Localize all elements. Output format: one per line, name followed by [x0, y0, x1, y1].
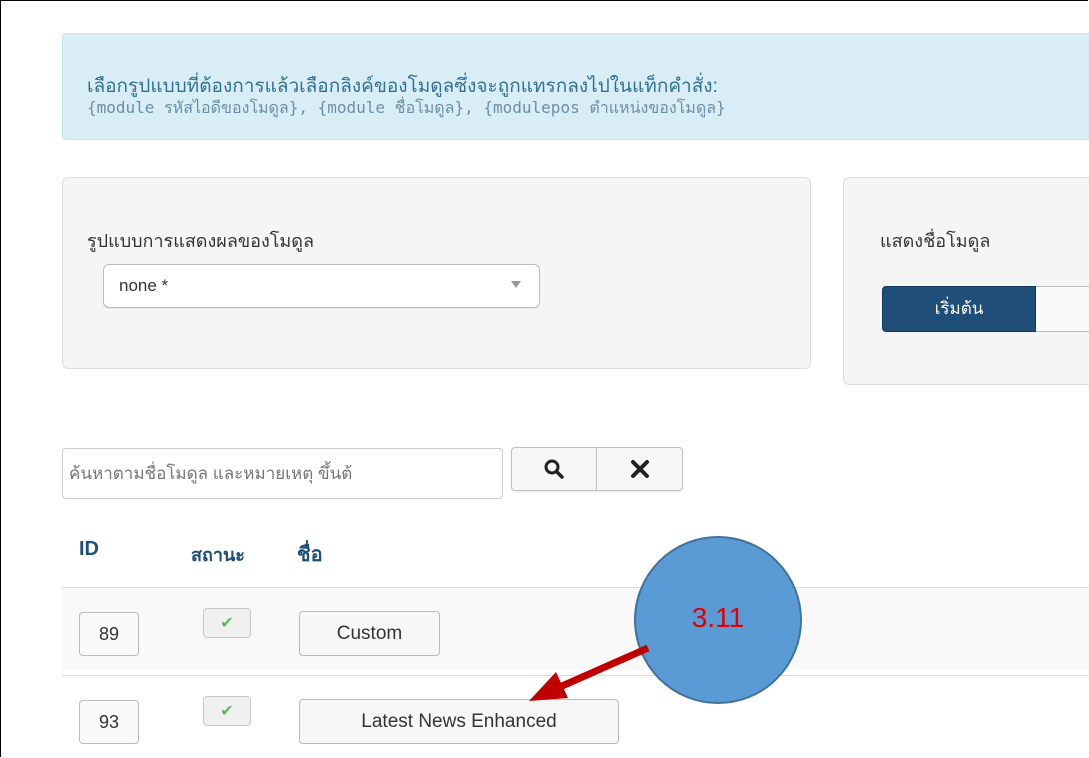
check-icon[interactable]: ✔ [203, 696, 251, 726]
column-header-status[interactable]: สถานะ [191, 540, 245, 569]
search-icon [544, 459, 564, 479]
show-title-other-button[interactable] [1036, 286, 1089, 332]
module-style-value: none * [119, 276, 169, 295]
info-alert: เลือกรูปแบบที่ต้องการแล้วเลือกลิงค์ของโม… [62, 33, 1089, 140]
show-title-default-button[interactable]: เริ่มต้น [882, 286, 1036, 332]
info-tag-syntax: {module รหัสไอดีของโมดูล}, {module ชื่อโ… [87, 98, 726, 117]
module-name-button[interactable]: Latest News Enhanced [299, 699, 619, 744]
column-header-id[interactable]: ID [79, 538, 99, 561]
search-input[interactable] [62, 448, 503, 499]
table-row: 93 ✔ Latest News Enhanced [62, 675, 1089, 758]
module-name-button[interactable]: Custom [299, 611, 440, 656]
module-style-select[interactable]: none * [103, 264, 540, 308]
show-title-panel: แสดงชื่อโมดูล เริ่มต้น [843, 177, 1089, 385]
step-annotation-label: 3.11 [691, 602, 745, 633]
search-button[interactable] [511, 447, 597, 491]
step-annotation-callout: 3.11 [634, 536, 802, 704]
module-style-panel: รูปแบบการแสดงผลของโมดูล none * [62, 177, 811, 369]
column-header-name[interactable]: ชื่อ [297, 538, 323, 570]
check-icon[interactable]: ✔ [203, 608, 251, 638]
table-row: 89 ✔ Custom [62, 587, 1089, 670]
close-icon [630, 460, 649, 478]
caret-down-icon [511, 281, 521, 288]
module-id-button[interactable]: 93 [79, 700, 139, 744]
module-id-button[interactable]: 89 [79, 612, 139, 656]
show-title-label: แสดงชื่อโมดูล [880, 231, 991, 251]
module-style-label: รูปแบบการแสดงผลของโมดูล [87, 231, 315, 251]
clear-search-button[interactable] [596, 447, 683, 491]
